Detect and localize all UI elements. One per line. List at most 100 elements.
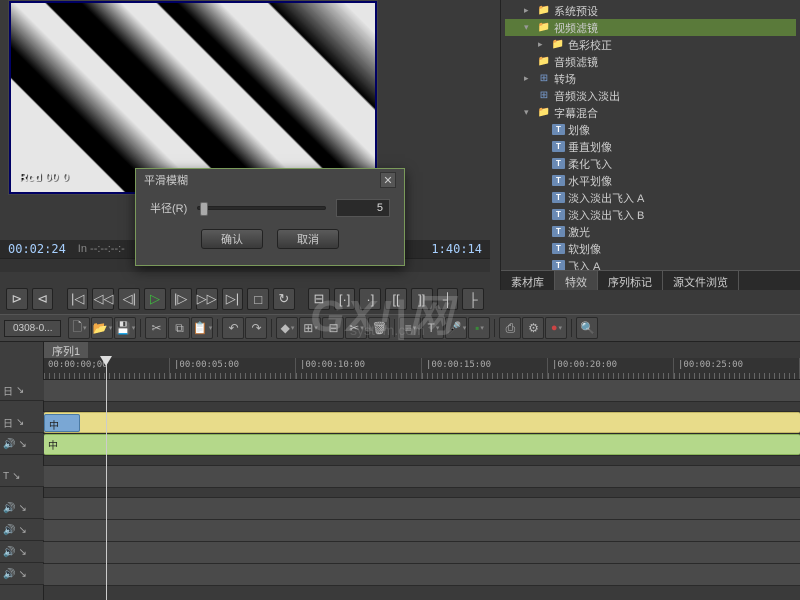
tree-soft-flyin[interactable]: T柔化飞入 — [505, 155, 796, 172]
rec-label: Rcd 00:0 — [19, 170, 69, 184]
tool-export[interactable]: ⎙ — [499, 317, 521, 339]
tool-zoom[interactable]: 🔍 — [576, 317, 598, 339]
transport-btn-6[interactable]: ┤ — [437, 288, 459, 310]
tree-fade-flyin-a[interactable]: T淡入淡出飞入 A — [505, 189, 796, 206]
ok-button[interactable]: 确认 — [201, 229, 263, 249]
transport-btn-2[interactable]: [·] — [334, 288, 356, 310]
goto-end-button[interactable]: ▷| — [222, 288, 244, 310]
tool-settings[interactable]: ⚙ — [522, 317, 544, 339]
tool-color[interactable]: ▪ — [468, 317, 490, 339]
lock-icon[interactable]: ↘ — [18, 503, 26, 514]
ruler-seg: |00:00:20:00 — [548, 358, 674, 379]
tool-marker[interactable]: ◆ — [276, 317, 298, 339]
video-clip[interactable]: 中 — [44, 414, 80, 432]
tree-wipe[interactable]: T划像 — [505, 121, 796, 138]
track-a5[interactable]: 🔊↘ — [44, 564, 800, 586]
tool-cut[interactable]: ✂ — [145, 317, 167, 339]
tool-paste[interactable]: 📋 — [191, 317, 213, 339]
tool-open[interactable]: 📂 — [91, 317, 113, 339]
tree-system-presets[interactable]: ▸📁系统预设 — [505, 2, 796, 19]
track-a4[interactable]: 🔊↘ — [44, 542, 800, 564]
transport-btn-5[interactable]: ]] — [411, 288, 433, 310]
tool-razor[interactable]: ✂ — [345, 317, 367, 339]
tool-undo[interactable]: ↶ — [222, 317, 244, 339]
lock-icon[interactable]: ↘ — [18, 525, 26, 536]
tree-subtitle-blend[interactable]: ▾📁字幕混合 — [505, 104, 796, 121]
track-t1[interactable]: T↘ — [44, 466, 800, 488]
track-a2[interactable]: 🔊↘ — [44, 498, 800, 520]
prev-frame-button[interactable]: ◁| — [118, 288, 140, 310]
lock-icon[interactable]: ↘ — [12, 471, 20, 482]
tab-source-browse[interactable]: 源文件浏览 — [663, 271, 739, 290]
tree-flyin-a[interactable]: T飞入 A — [505, 257, 796, 270]
tool-text[interactable]: T — [422, 317, 444, 339]
cancel-button[interactable]: 取消 — [277, 229, 339, 249]
mark-in-button[interactable]: ⊳ — [6, 288, 28, 310]
lock-icon[interactable]: ↘ — [18, 569, 26, 580]
next-frame-button[interactable]: |▷ — [170, 288, 192, 310]
tool-mic[interactable]: 🎤 — [445, 317, 467, 339]
timecode-in: In --:--:--:- — [78, 243, 125, 255]
track-a1[interactable]: 🔊↘ 中 — [44, 434, 800, 456]
stop-button[interactable]: □ — [247, 288, 269, 310]
audio-icon: 🔊 — [3, 439, 15, 450]
lock-icon[interactable]: ↘ — [16, 417, 24, 428]
play-button[interactable]: ▷ — [144, 288, 166, 310]
audio-clip[interactable]: 中 — [44, 434, 800, 455]
dialog-body: 半径(R) 5 确认 取消 — [136, 191, 404, 257]
playhead[interactable] — [106, 356, 107, 600]
tree-horizontal-wipe[interactable]: T水平划像 — [505, 172, 796, 189]
lock-icon[interactable]: ↘ — [18, 439, 26, 450]
tab-effects[interactable]: 特效 — [555, 271, 598, 290]
track-v2[interactable]: 日↘ — [44, 380, 800, 402]
tool-group[interactable]: ⊞ — [299, 317, 321, 339]
transport-btn-1[interactable]: ⊟ — [308, 288, 330, 310]
video-clip-bg[interactable] — [44, 412, 800, 433]
tab-markers[interactable]: 序列标记 — [598, 271, 663, 290]
tool-unlink[interactable]: ⊟ — [322, 317, 344, 339]
loop-button[interactable]: ↻ — [273, 288, 295, 310]
tool-new[interactable]: 🗋 — [68, 317, 90, 339]
radius-slider[interactable] — [197, 206, 326, 210]
tree-fade-flyin-b[interactable]: T淡入淡出飞入 B — [505, 206, 796, 223]
tool-copy[interactable]: ⧉ — [168, 317, 190, 339]
tree-color-correction[interactable]: ▸📁色彩校正 — [505, 36, 796, 53]
tree-transitions[interactable]: ▸⊞转场 — [505, 70, 796, 87]
lock-icon[interactable]: ↘ — [18, 547, 26, 558]
tree-video-filters[interactable]: ▾📁视频滤镜 — [505, 19, 796, 36]
timeline-ruler[interactable]: 00:00:00;00 |00:00:05:00 |00:00:10:00 |0… — [44, 358, 800, 380]
goto-start-button[interactable]: |◁ — [67, 288, 89, 310]
slider-thumb[interactable] — [200, 202, 208, 216]
radius-value-input[interactable]: 5 — [336, 199, 390, 217]
effects-tree: ▸📁系统预设 ▾📁视频滤镜 ▸📁色彩校正 📁音频滤镜 ▸⊞转场 ⊞音频淡入淡出 … — [501, 0, 800, 270]
fast-forward-button[interactable]: ▷▷ — [196, 288, 218, 310]
transport-btn-3[interactable]: ·] — [359, 288, 381, 310]
transport-btn-4[interactable]: [[ — [385, 288, 407, 310]
ruler-seg: |00:00:15:00 — [422, 358, 548, 379]
track-a3[interactable]: 🔊↘ — [44, 520, 800, 542]
transport-btn-7[interactable]: ├ — [462, 288, 484, 310]
tool-save[interactable]: 💾 — [114, 317, 136, 339]
sequence-label[interactable]: 序列1 — [44, 342, 88, 358]
tree-laser[interactable]: T激光 — [505, 223, 796, 240]
timecode-current: 00:02:24 — [8, 242, 66, 256]
sequence-tab[interactable]: 0308-0... — [4, 320, 61, 337]
audio-icon: 🔊 — [3, 525, 15, 536]
tree-vertical-wipe[interactable]: T垂直划像 — [505, 138, 796, 155]
dialog-close-button[interactable]: ✕ — [380, 172, 396, 188]
dialog-titlebar[interactable]: 平滑模糊 ✕ — [136, 169, 404, 191]
tree-audio-fade[interactable]: ⊞音频淡入淡出 — [505, 87, 796, 104]
rewind-button[interactable]: ◁◁ — [92, 288, 114, 310]
panel-tabs: 素材库 特效 序列标记 源文件浏览 — [501, 270, 800, 290]
smooth-blur-dialog: 平滑模糊 ✕ 半径(R) 5 确认 取消 — [135, 168, 405, 266]
tool-delete[interactable]: 🗑 — [368, 317, 390, 339]
tree-soft-wipe[interactable]: T软划像 — [505, 240, 796, 257]
tool-record[interactable]: ● — [545, 317, 567, 339]
lock-icon[interactable]: ↘ — [16, 385, 24, 396]
tree-audio-filters[interactable]: 📁音频滤镜 — [505, 53, 796, 70]
mark-out-button[interactable]: ⊲ — [32, 288, 54, 310]
track-v1[interactable]: 日↘ 中 — [44, 412, 800, 434]
tool-redo[interactable]: ↷ — [245, 317, 267, 339]
tool-align[interactable]: ≡ — [399, 317, 421, 339]
tab-library[interactable]: 素材库 — [501, 271, 555, 290]
